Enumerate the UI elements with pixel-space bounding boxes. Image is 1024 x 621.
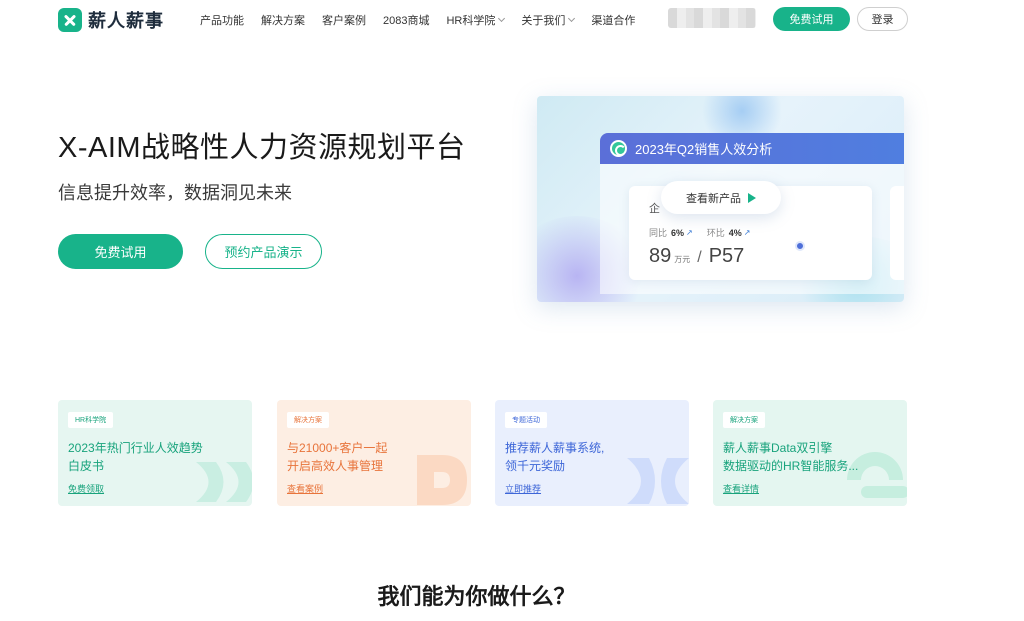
- indicator-dot-icon: [795, 241, 805, 251]
- stat-card-partial: [890, 186, 904, 280]
- stat-enterprise-label: 企: [649, 203, 660, 215]
- card-tag: 专题活动: [505, 412, 547, 428]
- nav-free-trial-button[interactable]: 免费试用: [773, 7, 850, 31]
- chevron-down-icon: [568, 14, 576, 23]
- promo-card-referral[interactable]: 专题活动 推荐薪人薪事系统, 领千元奖励 立即推荐: [495, 400, 689, 506]
- card-decoration-icon: [627, 458, 689, 504]
- promo-card-cases[interactable]: 解决方案 与21000+客户一起 开启高效人事管理 查看案例: [277, 400, 471, 506]
- book-demo-button[interactable]: 预约产品演示: [205, 234, 322, 269]
- trend-up-icon: ↗: [686, 228, 693, 237]
- promo-card-data-engine[interactable]: 解决方案 薪人薪事Data双引擎 数据驱动的HR智能服务... 查看详情: [713, 400, 907, 506]
- nav-item-solutions[interactable]: 解决方案: [261, 12, 305, 28]
- nav-item-channel[interactable]: 渠道合作: [591, 12, 635, 28]
- dashboard-preview: 2023年Q2销售人效分析 企 同比 6% ↗ 环比 4% ↗ 89 万元 / P57 …: [537, 96, 904, 302]
- top-nav: 薪人薪事 产品功能 解决方案 客户案例 2083商城 HR科学院 关于我们 渠道…: [0, 0, 1024, 38]
- section-title: 我们能为你做什么？: [377, 584, 576, 609]
- card-link[interactable]: 查看详情: [723, 482, 759, 495]
- stat-main-value: 89 万元 / P57: [649, 245, 745, 267]
- card-title: 2023年热门行业人效趋势 白皮书: [68, 441, 203, 473]
- main-menu: 产品功能 解决方案 客户案例 2083商城 HR科学院 关于我们 渠道合作: [200, 12, 652, 28]
- nav-item-products[interactable]: 产品功能: [200, 12, 244, 28]
- hero-title: X-AIM战略性人力资源规划平台: [58, 132, 466, 164]
- play-icon: [748, 192, 756, 203]
- hero-free-trial-button[interactable]: 免费试用: [58, 234, 183, 269]
- brand-name: 薪人薪事: [88, 11, 164, 31]
- card-decoration-icon: [417, 455, 467, 505]
- nav-item-about[interactable]: 关于我们: [521, 12, 576, 28]
- card-tag: 解决方案: [287, 412, 329, 428]
- blurred-phone-number: [668, 8, 756, 28]
- trend-up-icon: ↗: [743, 228, 751, 237]
- hero-subtitle: 信息提升效率，数据洞见未来: [58, 183, 292, 203]
- card-title: 推荐薪人薪事系统, 领千元奖励: [505, 441, 605, 473]
- card-title: 薪人薪事Data双引擎 数据驱动的HR智能服务...: [723, 441, 859, 473]
- nav-item-cases[interactable]: 客户案例: [322, 12, 366, 28]
- card-tag: HR科学院: [68, 412, 114, 428]
- card-link[interactable]: 免费领取: [68, 482, 104, 495]
- chart-icon: [610, 140, 627, 157]
- brand-logo-icon: [58, 8, 82, 32]
- view-new-product-button[interactable]: 查看新产品: [661, 181, 781, 214]
- brand-logo[interactable]: 薪人薪事: [58, 7, 164, 33]
- dashboard-panel-header: 2023年Q2销售人效分析: [600, 133, 904, 164]
- card-link[interactable]: 查看案例: [287, 482, 323, 495]
- login-button[interactable]: 登录: [857, 7, 908, 31]
- nav-item-hr-academy[interactable]: HR科学院: [446, 12, 506, 28]
- chevron-down-icon: [498, 14, 506, 23]
- promo-card-whitepaper[interactable]: HR科学院 2023年热门行业人效趋势 白皮书 免费领取: [58, 400, 252, 506]
- stat-change-row: 同比 6% ↗ 环比 4% ↗: [649, 227, 751, 239]
- dashboard-panel-title: 2023年Q2销售人效分析: [635, 142, 773, 157]
- card-title: 与21000+客户一起 开启高效人事管理: [287, 441, 388, 473]
- nav-item-mall[interactable]: 2083商城: [383, 12, 429, 28]
- card-link[interactable]: 立即推荐: [505, 482, 541, 495]
- card-tag: 解决方案: [723, 412, 765, 428]
